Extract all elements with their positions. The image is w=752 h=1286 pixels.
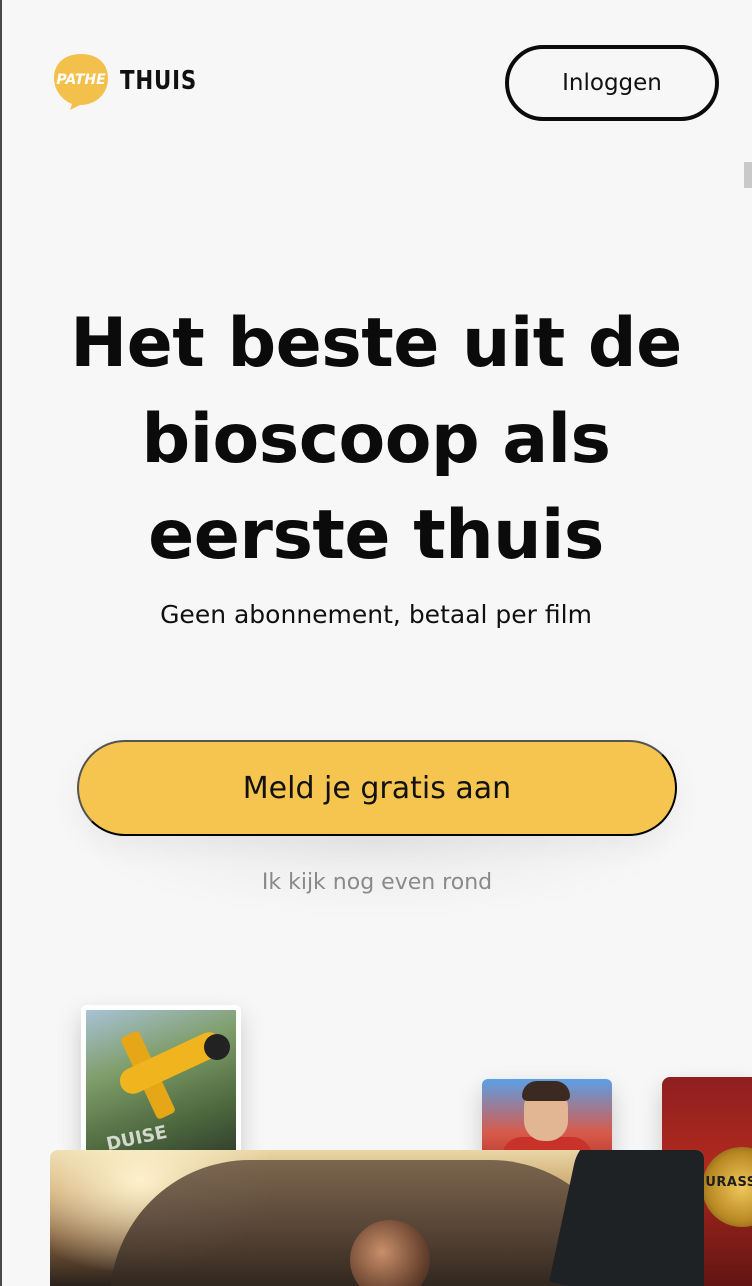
pathe-logo-icon: PATHE — [50, 50, 112, 112]
poster-title-text: JURASSIC — [700, 1175, 752, 1190]
logo-wordmark: THUIS — [120, 66, 198, 96]
featured-movie-banner[interactable] — [50, 1150, 704, 1286]
pathe-thuis-logo[interactable]: PATHE THUIS — [50, 50, 196, 112]
hero-subtitle: Geen abonnement, betaal per film — [160, 600, 592, 629]
site-header: PATHE THUIS Inloggen — [0, 0, 752, 160]
window-border — [0, 0, 2, 1286]
login-button[interactable]: Inloggen — [505, 45, 719, 121]
plane-propeller-shape — [204, 1034, 230, 1060]
logo-brand-text: PATHE — [56, 72, 106, 88]
signup-button[interactable]: Meld je gratis aan — [77, 740, 677, 836]
movie-poster-plane[interactable]: DUISE — [81, 1005, 241, 1165]
hero-hair-shape — [522, 1081, 570, 1101]
browse-link[interactable]: Ik kijk nog even rond — [77, 870, 677, 895]
banner-dark-shape — [549, 1150, 704, 1286]
scrollbar-thumb[interactable] — [744, 162, 752, 188]
page-title: Het beste uit de bioscoop als eerste thu… — [70, 304, 682, 575]
